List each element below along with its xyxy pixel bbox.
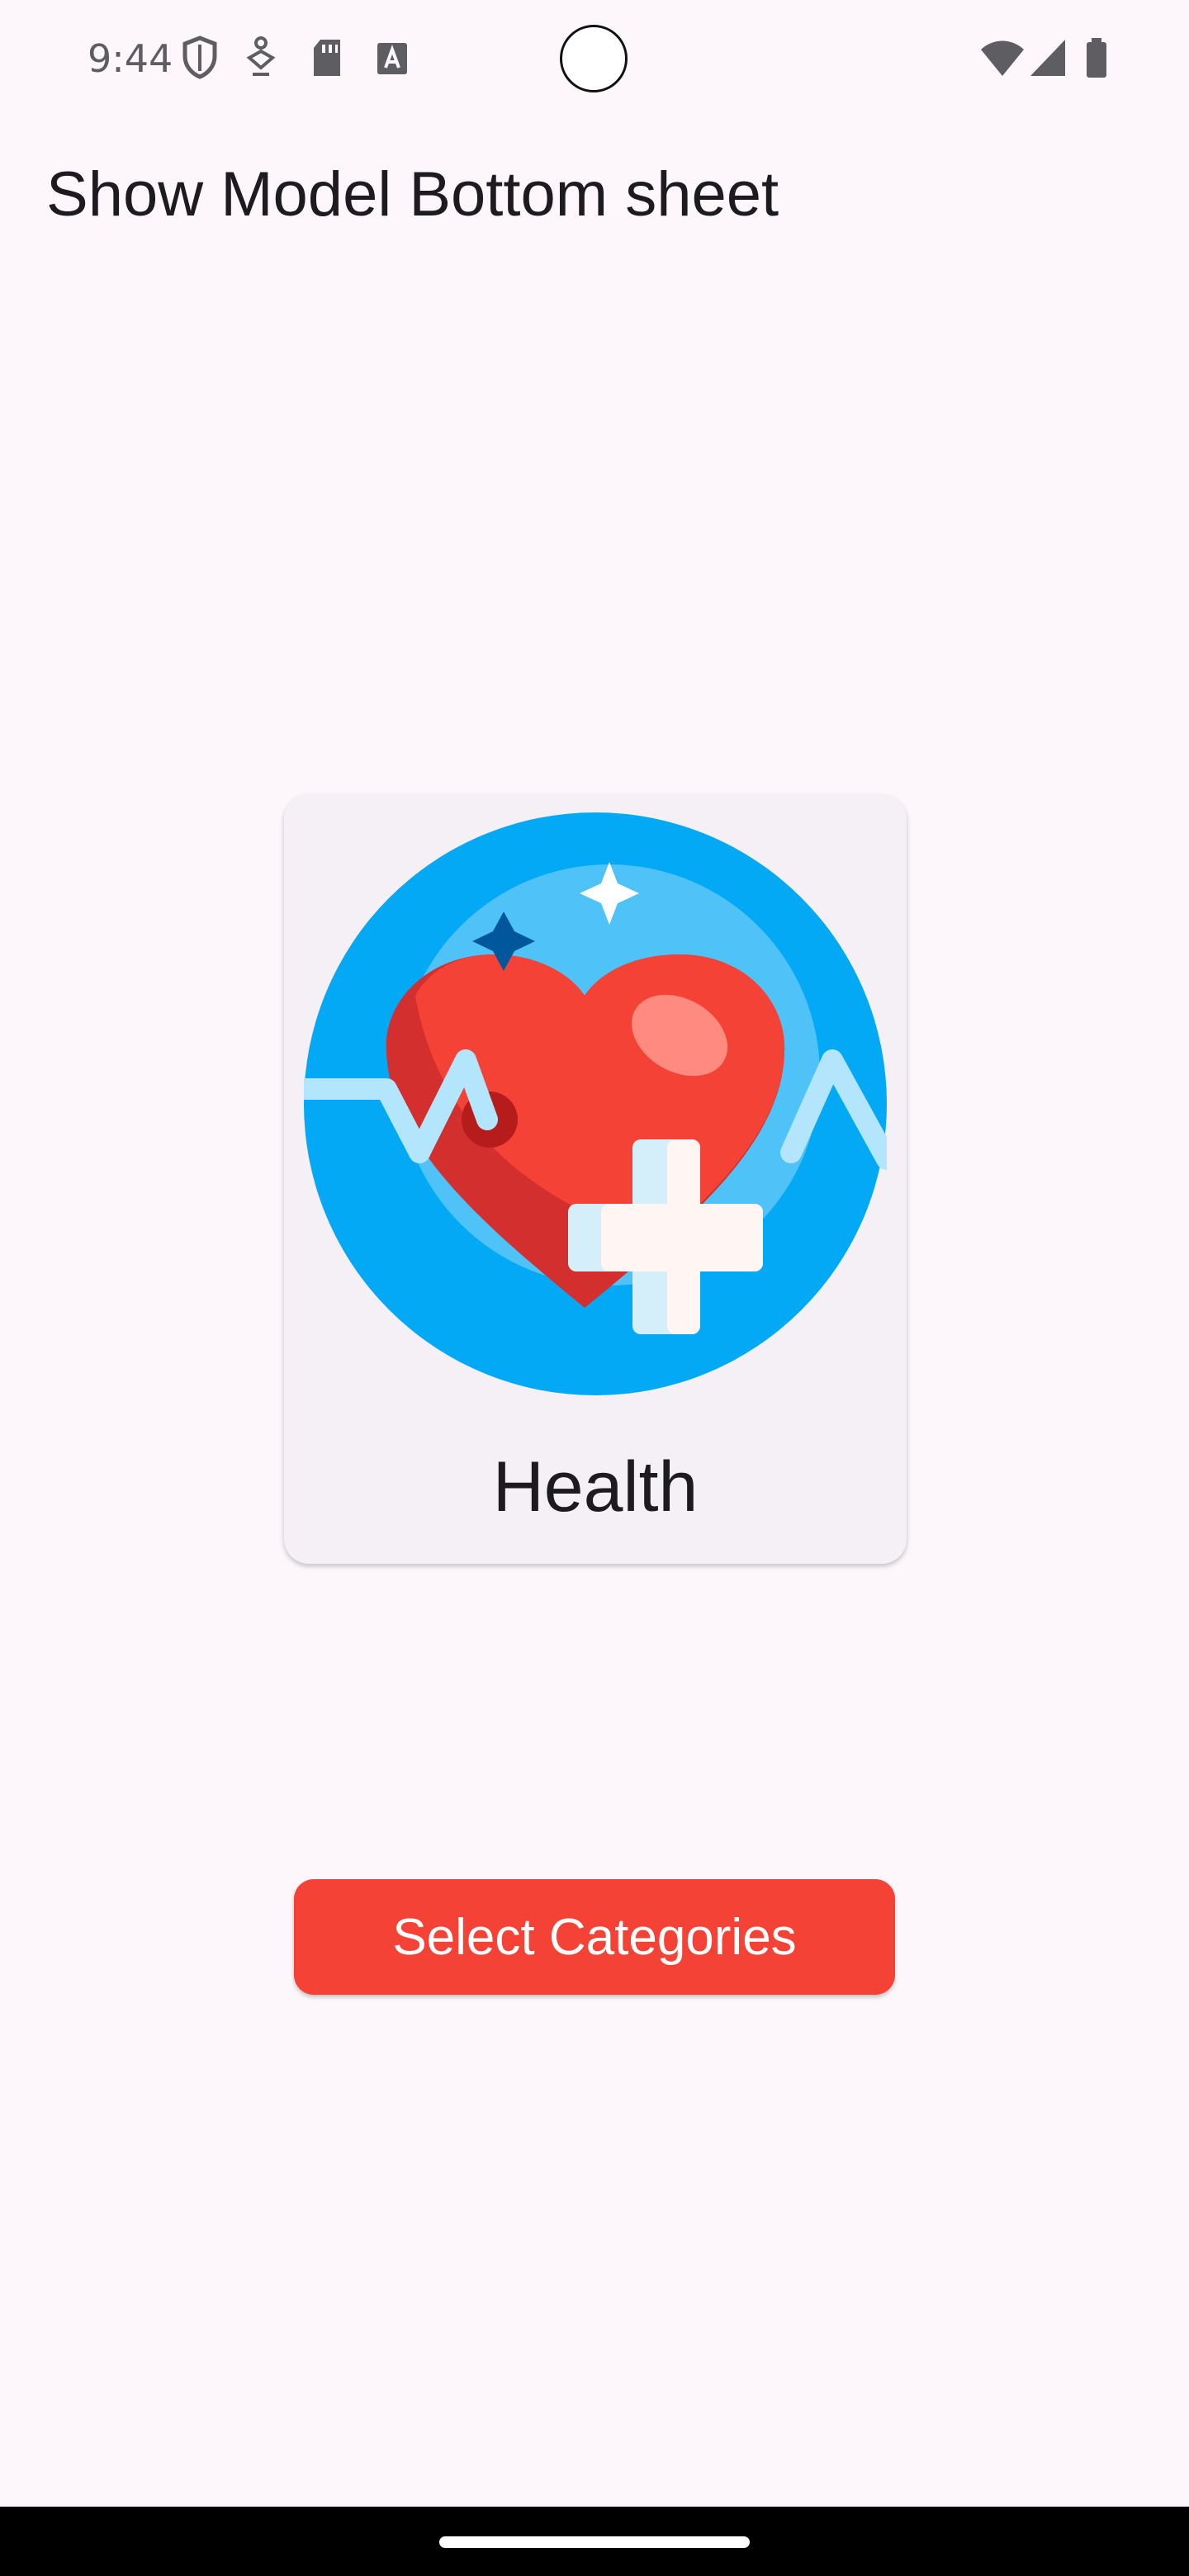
health-heart-icon: [304, 812, 887, 1395]
shield-icon: [182, 36, 217, 79]
battery-icon: [1087, 38, 1106, 78]
status-bar: 9:44: [0, 0, 1189, 116]
select-categories-button[interactable]: Select Categories: [294, 1879, 895, 1995]
page-title: Show Model Bottom sheet: [46, 159, 779, 230]
front-camera: [560, 25, 628, 92]
wifi-icon: [981, 40, 1024, 76]
status-time: 9:44: [88, 36, 173, 81]
card-label: Health: [492, 1447, 699, 1527]
font-icon: [377, 43, 407, 74]
category-card-health[interactable]: Health: [284, 794, 907, 1564]
navigation-bar: [0, 2507, 1189, 2576]
sd-card-icon: [314, 40, 340, 76]
home-gesture-handle[interactable]: [439, 2536, 750, 2548]
cell-signal-icon: [1030, 40, 1065, 76]
accessibility-icon: [246, 36, 276, 76]
